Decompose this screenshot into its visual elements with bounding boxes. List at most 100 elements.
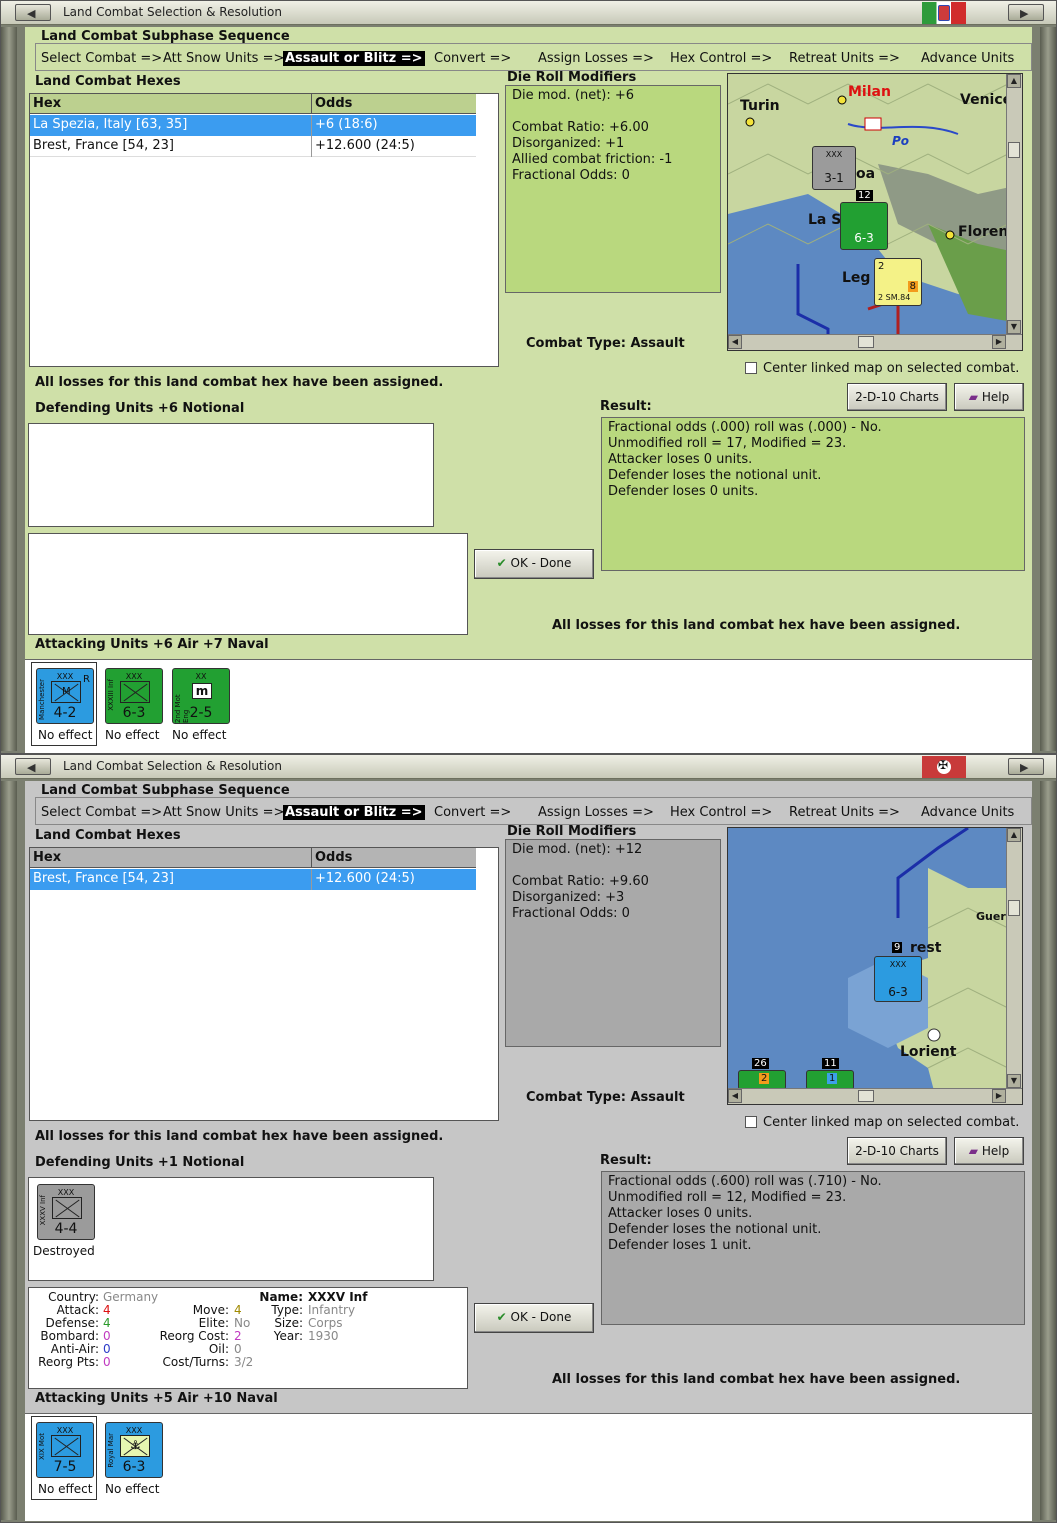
scroll-right-icon[interactable]: ▶	[992, 335, 1006, 349]
scroll-left-icon[interactable]: ◀	[728, 1089, 742, 1103]
map-counter[interactable]: XXX 6-3	[874, 956, 922, 1002]
ok-done-button[interactable]: ✔ OK - Done	[474, 549, 594, 579]
col-odds-header[interactable]: Odds	[312, 94, 476, 114]
scroll-thumb[interactable]	[1008, 900, 1020, 916]
info-label: Reorg Cost:	[159, 1329, 229, 1343]
motorized-infantry-icon	[51, 1435, 81, 1457]
stack-badge: 9	[892, 942, 903, 953]
result-title: Result:	[600, 1153, 652, 1168]
help-button[interactable]: ▰ Help	[954, 383, 1024, 411]
attacker-counter[interactable]: XXX Royal Mar ⚓ 6-3	[105, 1422, 163, 1478]
center-map-option[interactable]: Center linked map on selected combat.	[745, 361, 1019, 376]
info-label: Cost/Turns:	[162, 1355, 229, 1369]
attacker-counter[interactable]: XXX XIX Mot 7-5	[36, 1422, 94, 1478]
hex-table: Hex Odds La Spezia, Italy [63, 35] +6 (1…	[29, 93, 499, 367]
step-select-combat: Select Combat =>	[41, 51, 163, 66]
info-label: Bombard:	[40, 1329, 99, 1343]
counter-values: 6-3	[122, 1459, 146, 1475]
center-map-option[interactable]: Center linked map on selected combat.	[745, 1115, 1019, 1130]
info-label: Type:	[271, 1303, 303, 1317]
window-close-button[interactable]: ▶	[1008, 4, 1044, 21]
scroll-up-icon[interactable]: ▲	[1007, 828, 1021, 842]
linked-map[interactable]: Turin Milan Venice Po oa La S Floren Leg…	[727, 73, 1023, 351]
help-button[interactable]: ▰ Help	[954, 1137, 1024, 1165]
info-defense: 4	[103, 1316, 111, 1330]
table-row[interactable]: La Spezia, Italy [63, 35] +6 (18:6)	[30, 115, 476, 136]
charts-button[interactable]: 2-D-10 Charts	[847, 383, 947, 411]
drm-line: Fractional Odds: 0	[512, 168, 630, 183]
map-counter[interactable]: 2	[738, 1070, 786, 1090]
chevron-right-icon: ▶	[1020, 7, 1029, 20]
losses-status: All losses for this land combat hex have…	[35, 1129, 444, 1144]
col-odds-header[interactable]: Odds	[312, 848, 476, 868]
infantry-symbol-icon	[52, 1197, 82, 1219]
col-hex-header[interactable]: Hex	[30, 94, 312, 114]
result-line: Fractional odds (.600) roll was (.710) -…	[608, 1174, 882, 1189]
scroll-down-icon[interactable]: ▼	[1007, 1074, 1021, 1088]
attacking-units-panel: XXX Manchester R M 4-2 No effect XXX XXX…	[25, 659, 1032, 753]
map-counter[interactable]: 1	[806, 1070, 854, 1090]
result-line: Unmodified roll = 17, Modified = 23.	[608, 436, 847, 451]
scroll-thumb[interactable]	[858, 1090, 874, 1102]
scroll-left-icon[interactable]: ◀	[728, 335, 742, 349]
result-line: Attacker loses 0 units.	[608, 452, 753, 467]
info-reorg-pts: 0	[103, 1355, 111, 1369]
defending-units-panel	[28, 423, 434, 527]
scroll-down-icon[interactable]: ▼	[1007, 320, 1021, 334]
title-bar[interactable]: ◀ Land Combat Selection & Resolution ▶	[1, 755, 1056, 779]
drm-line: Allied combat friction: -1	[512, 152, 673, 167]
table-row[interactable]: Brest, France [54, 23] +12.600 (24:5)	[30, 136, 476, 157]
info-label: Elite:	[198, 1316, 229, 1330]
chevron-left-icon: ◀	[27, 7, 36, 20]
scroll-up-icon[interactable]: ▲	[1007, 74, 1021, 88]
step-advance-units: Advance Units	[921, 805, 1015, 820]
window-close-button[interactable]: ▶	[1008, 758, 1044, 775]
map-vertical-scrollbar[interactable]: ▲ ▼	[1006, 74, 1022, 334]
window-menu-button[interactable]: ◀	[15, 758, 51, 775]
attacker-counter[interactable]: XXX Manchester R M 4-2	[36, 668, 94, 724]
stack-badge: 11	[822, 1058, 839, 1069]
checkbox[interactable]	[745, 1116, 757, 1128]
scroll-right-icon[interactable]: ▶	[992, 1089, 1006, 1103]
attacker-counter[interactable]: XXX XXXIII Inf 6-3	[105, 668, 163, 724]
hex-cell: Brest, France [54, 23]	[30, 136, 312, 157]
counter-size: 2	[878, 261, 885, 272]
italy-flag-icon	[922, 2, 966, 24]
window-frame-right	[1040, 27, 1056, 751]
hex-cell: Brest, France [54, 23]	[30, 869, 312, 890]
counter-values: 2 SM.84	[878, 293, 911, 302]
ok-done-button[interactable]: ✔ OK - Done	[474, 1303, 594, 1333]
map-horizontal-scrollbar[interactable]: ◀ ▶	[728, 334, 1022, 350]
checkbox[interactable]	[745, 362, 757, 374]
linked-map[interactable]: Guer rest Lorient 9 XXX 6-3 26 2 11 1 ▲ …	[727, 827, 1023, 1105]
combat-content: Land Combat Subphase Sequence Select Com…	[25, 781, 1032, 1521]
result-line: Defender loses the notional unit.	[608, 1222, 822, 1237]
unit-effect: No effect	[38, 1482, 93, 1496]
step-assault-blitz: Assault or Blitz =>	[283, 805, 425, 820]
scroll-thumb[interactable]	[1008, 142, 1020, 158]
attacker-counter[interactable]: XX 2nd Mot Eng m 2-5	[172, 668, 230, 724]
map-vertical-scrollbar[interactable]: ▲ ▼	[1006, 828, 1022, 1088]
map-counter[interactable]: XXX 3-1	[812, 146, 856, 190]
sequence-title: Land Combat Subphase Sequence	[41, 29, 290, 44]
combat-type: Combat Type: Assault	[526, 336, 685, 351]
counter-mark: ⚓	[130, 1438, 141, 1452]
result-line: Defender loses the notional unit.	[608, 468, 822, 483]
charts-button[interactable]: 2-D-10 Charts	[847, 1137, 947, 1165]
map-counter[interactable]: 2 8 2 SM.84	[874, 258, 922, 306]
window-menu-button[interactable]: ◀	[15, 4, 51, 21]
defender-counter[interactable]: XXX XXXV Inf 4-4	[37, 1184, 95, 1240]
title-bar[interactable]: ◀ Land Combat Selection & Resolution ▶	[1, 1, 1056, 25]
drm-line: Combat Ratio: +6.00	[512, 120, 649, 135]
map-label-city: Milan	[848, 84, 891, 100]
map-horizontal-scrollbar[interactable]: ◀ ▶	[728, 1088, 1022, 1104]
info-size: Corps	[308, 1316, 343, 1330]
table-row[interactable]: Brest, France [54, 23] +12.600 (24:5)	[30, 869, 476, 890]
map-counter[interactable]: 6-3	[840, 202, 888, 250]
scroll-thumb[interactable]	[858, 336, 874, 348]
col-hex-header[interactable]: Hex	[30, 848, 312, 868]
ok-label: OK - Done	[510, 1310, 572, 1324]
odds-cell: +12.600 (24:5)	[315, 138, 415, 153]
drm-line: Die mod. (net): +12	[512, 842, 643, 857]
drm-title: Die Roll Modifiers	[507, 824, 637, 839]
